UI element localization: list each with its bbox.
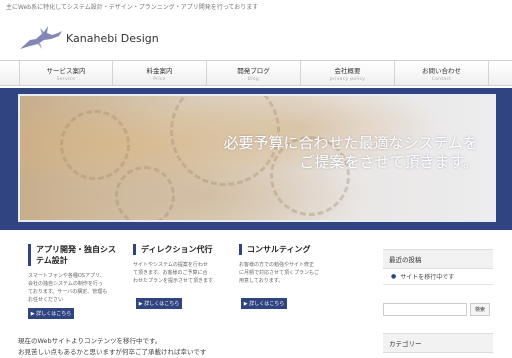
nav-item-service[interactable]: サービス案内 Service (19, 61, 113, 85)
nav-label: サービス案内 (46, 66, 86, 75)
column-title-line: アプリ開発・独自シス (36, 245, 116, 254)
site-notice: 現在のWebサイトよりコンテンツを移行中です。 お見苦しい点もあるかと思いますが… (18, 336, 206, 358)
hero-line: 必要予算に合わせた最適なシステムを (223, 134, 478, 152)
column-body: お客様の方での勉強やサイト修正 に月額で対応させて頂くプランもご 用意しておりま… (239, 261, 339, 285)
nav-item-contact[interactable]: お問い合わせ Contact (395, 61, 489, 85)
column-body: スマートフォンや各種OSアプリ、 会社の独自システムの制作を行っ ております。サ… (28, 272, 120, 304)
service-column-consulting: コンサルティング お客様の方での勉強やサイト修正 に月額で対応させて頂くプランも… (239, 244, 339, 285)
nav-sublabel: Contact (431, 76, 452, 82)
service-column-app: アプリ開発・独自シス テム設計 スマートフォンや各種OSアプリ、 会社の独自シス… (28, 244, 120, 304)
recent-post-title: サイトを移行中です (400, 274, 455, 281)
category-heading: カテゴリー (383, 333, 493, 353)
service-column-direction: ディレクション代行 サイトやシステムの提案を行わせ て頂きます。お客様のご予算に… (133, 244, 229, 285)
search-input[interactable] (383, 303, 467, 316)
column-title-line: テム設計 (36, 256, 68, 265)
lizard-logo-icon (20, 26, 62, 49)
hero-line: ご提案をさせて頂きます。 (299, 153, 478, 171)
nav-label: 会社概要 (334, 66, 361, 75)
body-line: わせたプランを提示させて頂きます (133, 278, 214, 284)
notice-line: 現在のWebサイトよりコンテンツを移行中です。 (18, 337, 162, 345)
nav-item-price[interactable]: 料金案内 Price (113, 61, 207, 85)
hero-headline: 必要予算に合わせた最適なシステムを ご提案をさせて頂きます。 (223, 134, 478, 172)
column-body: サイトやシステムの提案を行わせ て頂きます。お客様のご予算に合 わせたプランを提… (133, 261, 229, 285)
notice-line: お見苦しい点もあるかと思いますが何卒ご了承載ければ幸いです (18, 348, 207, 356)
global-nav: サービス案内 Service 料金案内 Price 開発ブログ Blog 会社概… (0, 60, 512, 86)
nav-item-blog[interactable]: 開発ブログ Blog (207, 61, 301, 85)
nav-label: 料金案内 (146, 66, 173, 75)
search-form: 検索 (383, 303, 490, 316)
body-line: お客様の方での勉強やサイト修正 (239, 262, 315, 268)
details-button-app[interactable]: ▶ 詳しくはこちら (28, 308, 74, 319)
body-line: お任せください (28, 297, 64, 303)
body-line: ております。サーバの構定、管理も (28, 289, 108, 295)
body-line: スマートフォンや各種OSアプリ、 (28, 273, 105, 279)
body-line: に月額で対応させて頂くプランもご (239, 270, 320, 276)
body-line: 会社の独自システムの制作を行っ (28, 281, 103, 287)
body-line: て頂きます。お客様のご予算に合 (133, 270, 208, 276)
site-tagline: 主にWeb系に特化してシステム設計・デザイン・プランニング・アプリ開発を行ってお… (6, 4, 259, 11)
hero-banner: 必要予算に合わせた最適なシステムを ご提案をさせて頂きます。 (18, 94, 496, 222)
details-button-direction[interactable]: ▶ 詳しくはこちら (136, 298, 182, 309)
nav-sublabel: Price (153, 76, 166, 82)
sidebar: 最近の投稿 ● サイトを移行中です (383, 249, 493, 285)
arrow-bullet-icon: ● (391, 273, 397, 280)
nav-label: 開発ブログ (237, 66, 270, 75)
column-title-line: ディレクション代行 (141, 245, 213, 254)
column-title-line: コンサルティング (247, 245, 311, 254)
body-line: サイトやシステムの提案を行わせ (133, 262, 208, 268)
search-button[interactable]: 検索 (470, 303, 490, 316)
recent-post-item[interactable]: ● サイトを移行中です (383, 269, 493, 285)
nav-sublabel: privacy policy (329, 76, 366, 82)
nav-sublabel: Service (56, 76, 76, 82)
logo-text: Kanahebi Design (66, 32, 159, 45)
column-title: コンサルティング (239, 244, 339, 255)
details-button-consulting[interactable]: ▶ 詳しくはこちら (241, 298, 287, 309)
site-logo[interactable]: Kanahebi Design (18, 22, 159, 52)
nav-item-company[interactable]: 会社概要 privacy policy (301, 61, 395, 85)
nav-label: お問い合わせ (422, 66, 461, 75)
recent-posts-heading: 最近の投稿 (383, 249, 493, 269)
nav-sublabel: Blog (247, 76, 260, 82)
body-line: 用意しております。 (239, 278, 284, 284)
column-title: ディレクション代行 (133, 244, 229, 255)
column-title: アプリ開発・独自シス テム設計 (28, 244, 120, 266)
